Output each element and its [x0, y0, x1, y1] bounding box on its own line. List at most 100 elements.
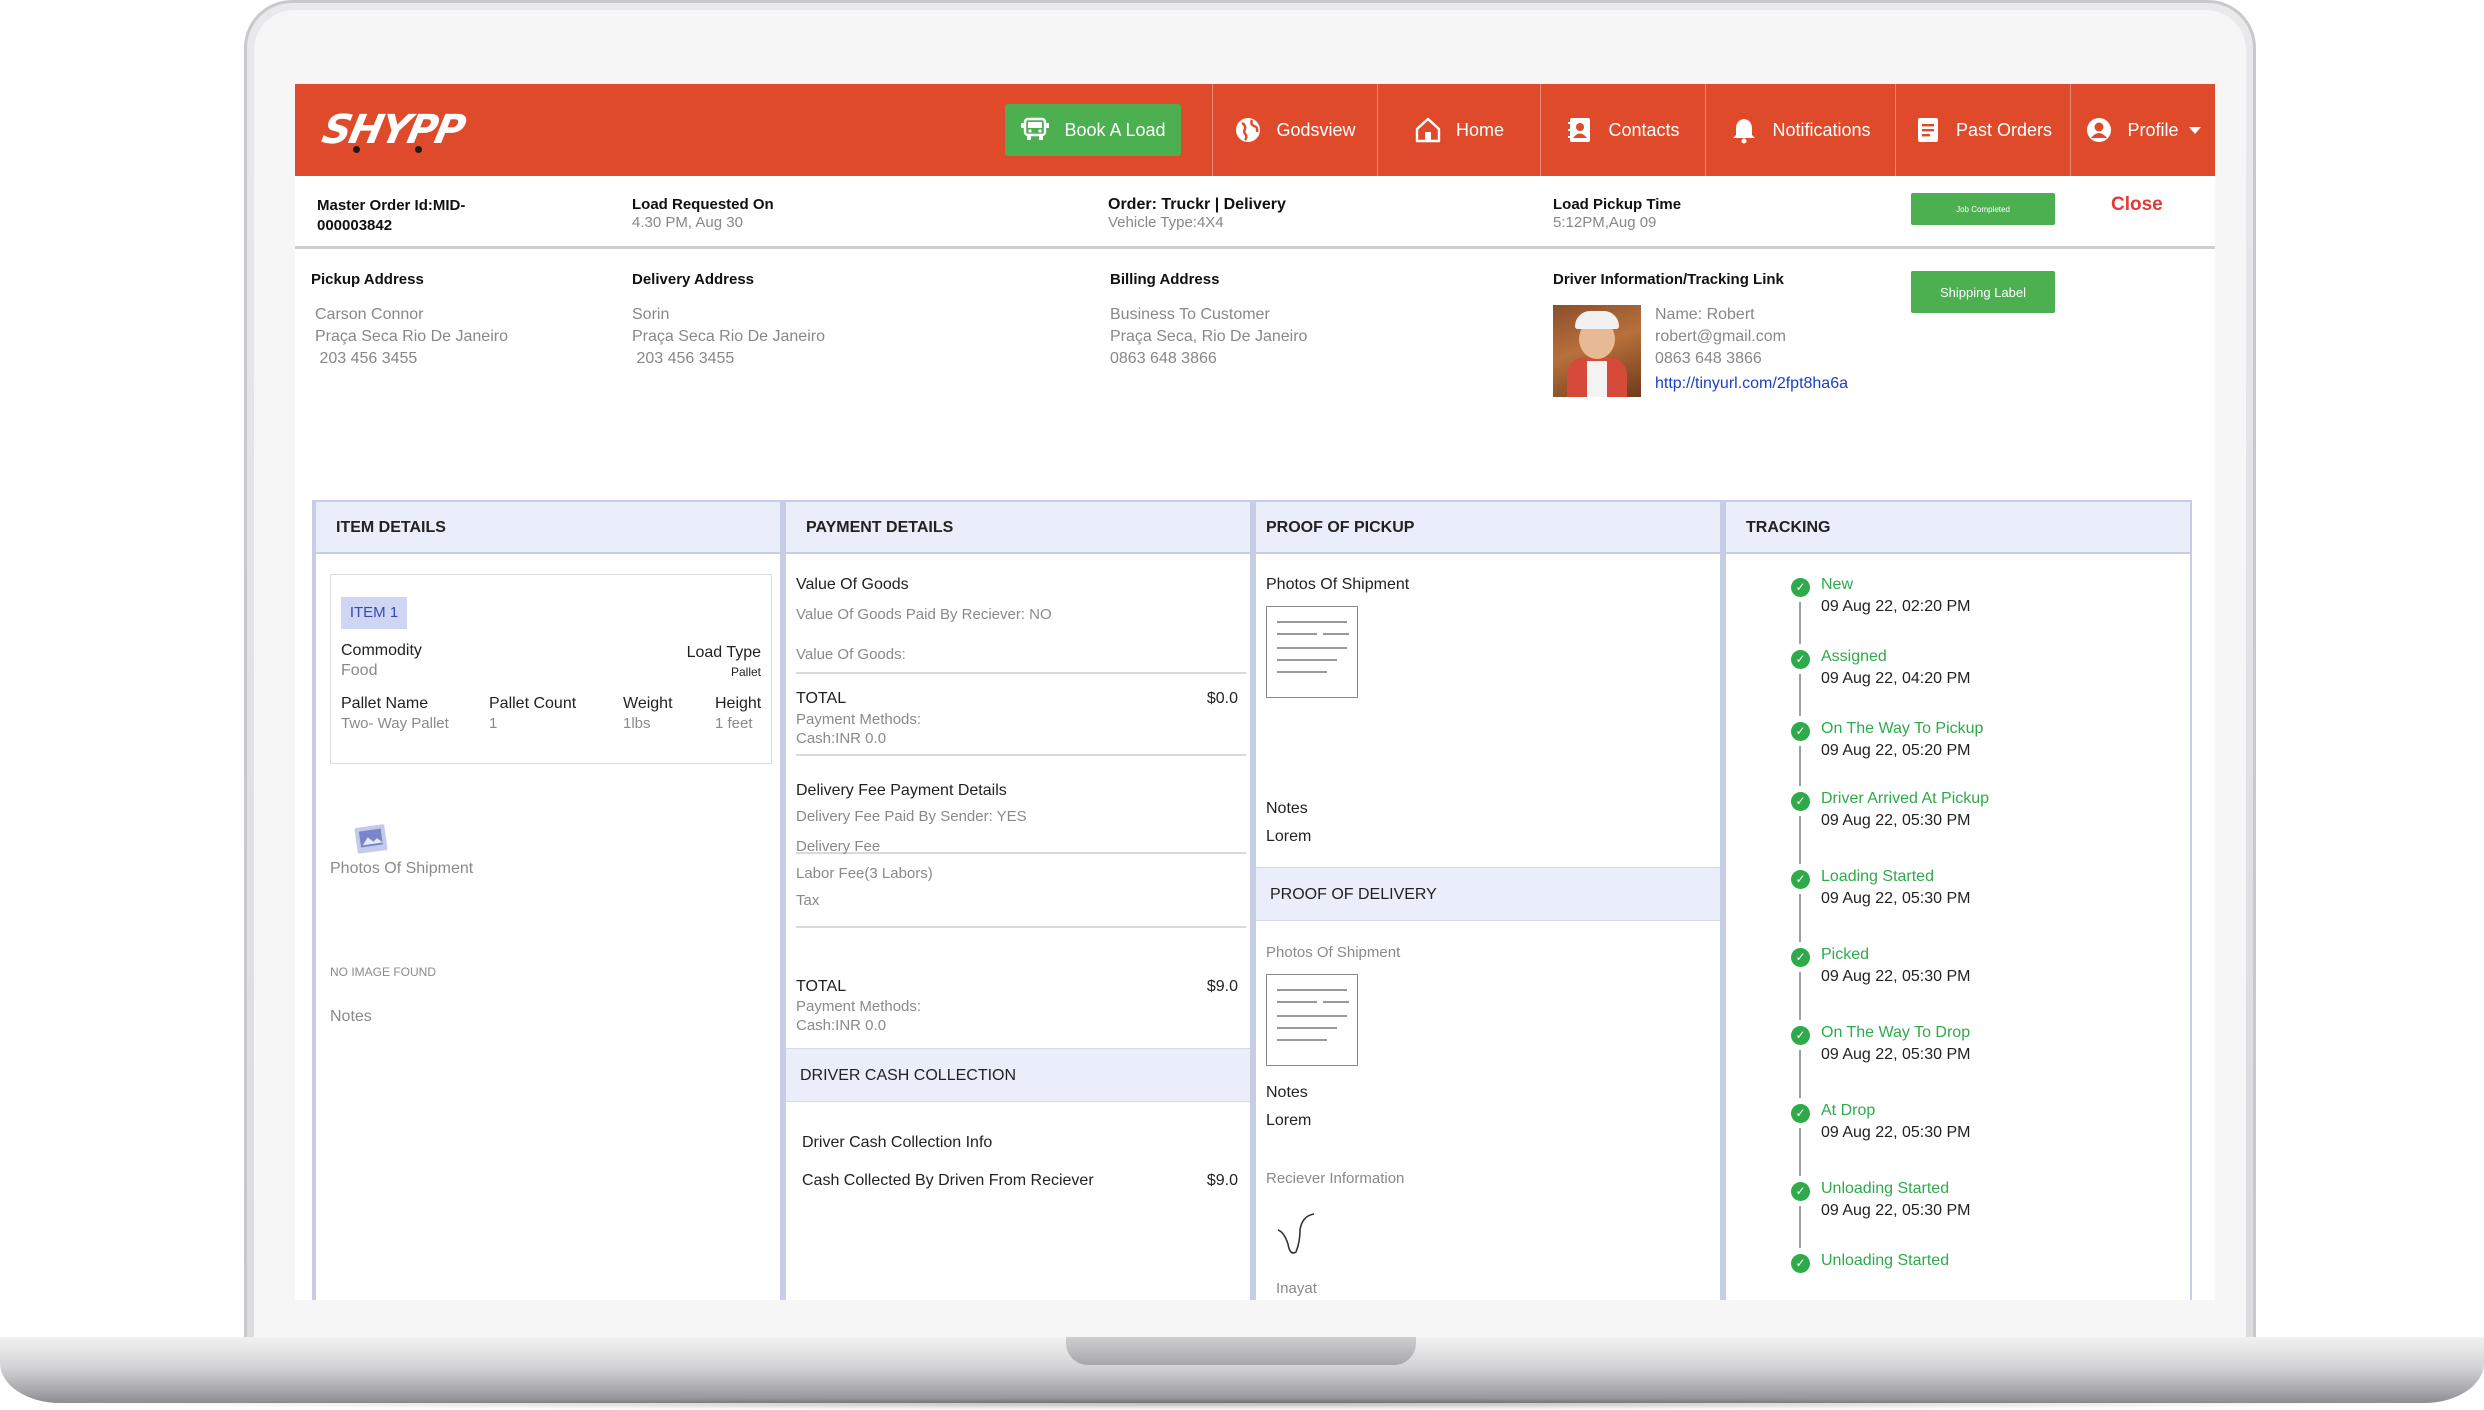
pickup-phone: 203 456 3455 — [315, 350, 418, 367]
close-link[interactable]: Close — [2111, 194, 2163, 216]
timeline-connector — [1799, 1128, 1801, 1176]
tracking-time: 09 Aug 22, 05:20 PM — [1821, 742, 1971, 759]
tracking-time: 09 Aug 22, 05:30 PM — [1821, 1046, 1971, 1063]
brand-logo-text: SHYPP — [318, 107, 468, 153]
timeline-connector — [1799, 894, 1801, 942]
driver-phone: 0863 648 3866 — [1655, 350, 1762, 367]
tracking-time: 09 Aug 22, 05:30 PM — [1821, 812, 1971, 829]
pickup-name: Carson Connor — [315, 306, 424, 323]
item-badge: ITEM 1 — [341, 597, 407, 629]
nav-contacts[interactable]: Contacts — [1540, 84, 1705, 176]
job-completed-button[interactable]: Job Completed — [1911, 193, 2055, 225]
weight-label: Weight — [623, 695, 673, 712]
tracking-header: TRACKING — [1726, 500, 2190, 554]
tracking-status: On The Way To Drop — [1821, 1024, 1971, 1041]
driver-avatar — [1553, 305, 1641, 397]
driver-cash-info: Driver Cash Collection Info — [802, 1134, 993, 1151]
delivery-fee: Delivery Fee — [796, 838, 881, 855]
driver-tracking-link[interactable]: http://tinyurl.com/2fpt8ha6a — [1655, 375, 1848, 393]
billing-name: Business To Customer — [1110, 306, 1270, 323]
document-icon — [1914, 116, 1942, 144]
tracking-status: Assigned — [1821, 648, 1887, 665]
check-circle-icon: ✓ — [1791, 578, 1810, 597]
receiver-name: Inayat — [1276, 1280, 1317, 1297]
proof-of-pickup-header: PROOF OF PICKUP — [1256, 500, 1720, 554]
book-a-load-label: Book A Load — [1064, 119, 1166, 140]
logo-dot — [353, 146, 360, 153]
tax: Tax — [796, 892, 820, 909]
delivery-address: Praça Seca Rio De Janeiro — [632, 328, 825, 345]
divider — [796, 754, 1246, 756]
vehicle-type: Vehicle Type:4X4 — [1108, 214, 1224, 231]
nav-notifications[interactable]: Notifications — [1705, 84, 1895, 176]
pallet-name-value: Two- Way Pallet — [341, 715, 449, 732]
shipping-label-button[interactable]: Shipping Label — [1911, 271, 2055, 313]
cash-collected-value: $9.0 — [1206, 1172, 1238, 1189]
weight-value: 1lbs — [623, 715, 651, 732]
laptop-shadow — [60, 1398, 2424, 1410]
delivery-notes-label: Notes — [1266, 1084, 1308, 1101]
nav-home[interactable]: Home — [1377, 84, 1540, 176]
billing-address-title: Billing Address — [1110, 271, 1220, 288]
total-value: $9.0 — [1206, 978, 1238, 995]
total-label: TOTAL — [796, 978, 847, 995]
timeline-connector — [1799, 816, 1801, 864]
nav-contacts-label: Contacts — [1608, 119, 1680, 140]
timeline-connector — [1799, 602, 1801, 644]
timeline-connector — [1799, 1050, 1801, 1098]
load-type-label: Load Type — [686, 644, 761, 661]
nav-profile[interactable]: Profile — [2070, 84, 2215, 176]
check-circle-icon: ✓ — [1791, 1104, 1810, 1123]
item-card: ITEM 1 Commodity Food Load Type Pallet P… — [330, 574, 772, 764]
delivery-name: Sorin — [632, 306, 670, 323]
order-type-label: Order: Truckr | Delivery — [1108, 196, 1286, 213]
pallet-count-label: Pallet Count — [489, 695, 577, 712]
item-photos-label: Photos Of Shipment — [330, 860, 474, 877]
contacts-icon — [1566, 116, 1594, 144]
item-details-panel: ITEM DETAILS ITEM 1 Commodity Food Load … — [312, 500, 782, 1300]
brand-logo[interactable]: SHYPP — [318, 106, 468, 154]
tracking-time: 09 Aug 22, 05:30 PM — [1821, 1202, 1971, 1219]
delivery-photo-thumbnail[interactable] — [1266, 974, 1358, 1066]
load-requested-label: Load Requested On — [632, 196, 774, 213]
globe-icon — [1234, 116, 1262, 144]
no-image-icon — [350, 822, 392, 862]
book-a-load-button[interactable]: Book A Load — [1005, 104, 1181, 156]
delivery-phone: 203 456 3455 — [632, 350, 735, 367]
check-circle-icon: ✓ — [1791, 1026, 1810, 1045]
value-paid-by-receiver: Value Of Goods Paid By Reciever: NO — [796, 606, 1052, 623]
nav-past-orders[interactable]: Past Orders — [1895, 84, 2070, 176]
check-circle-icon: ✓ — [1791, 722, 1810, 741]
tracking-panel: TRACKING ✓ New 09 Aug 22, 02:20 PM ✓ Assigne… — [1722, 500, 2192, 1300]
truck-icon — [1020, 117, 1050, 143]
receiver-signature — [1272, 1208, 1322, 1264]
user-icon — [2085, 116, 2113, 144]
tracking-time: 09 Aug 22, 05:30 PM — [1821, 968, 1971, 985]
cash-collected-label: Cash Collected By Driven From Reciever — [802, 1172, 1094, 1189]
tracking-status: Unloading Started — [1821, 1252, 1950, 1269]
pickup-notes-label: Notes — [1266, 800, 1308, 817]
logo-dot — [415, 146, 422, 153]
chevron-down-icon — [2188, 126, 2201, 134]
pickup-photo-thumbnail[interactable] — [1266, 606, 1358, 698]
tracking-time: 09 Aug 22, 02:20 PM — [1821, 598, 1971, 615]
master-order-id-label: Master Order Id:MID- — [317, 197, 466, 214]
height-value: 1 feet — [715, 715, 753, 732]
app-screen: SHYPP Book A Load Godsview Home Contacts… — [295, 84, 2215, 1300]
tracking-status: New — [1821, 576, 1854, 593]
payment-methods-label: Payment Methods: — [796, 711, 922, 728]
driver-name: Name: Robert — [1655, 306, 1755, 323]
proof-of-delivery-header: PROOF OF DELIVERY — [1256, 867, 1720, 921]
value-of-goods-title: Value Of Goods — [796, 576, 909, 593]
tracking-time: 09 Aug 22, 04:20 PM — [1821, 670, 1971, 687]
master-order-id-value: 000003842 — [317, 217, 393, 234]
payment-methods-value: Cash:INR 0.0 — [796, 1017, 887, 1034]
pickup-address-title: Pickup Address — [311, 271, 424, 288]
delivery-paid-by-sender: Delivery Fee Paid By Sender: YES — [796, 808, 1027, 825]
load-requested-value: 4.30 PM, Aug 30 — [632, 214, 743, 231]
nav-godsview[interactable]: Godsview — [1212, 84, 1377, 176]
driver-info-title: Driver Information/Tracking Link — [1553, 271, 1784, 288]
item-notes-label: Notes — [330, 1008, 372, 1025]
billing-phone: 0863 648 3866 — [1110, 350, 1217, 367]
timeline-connector — [1799, 674, 1801, 716]
